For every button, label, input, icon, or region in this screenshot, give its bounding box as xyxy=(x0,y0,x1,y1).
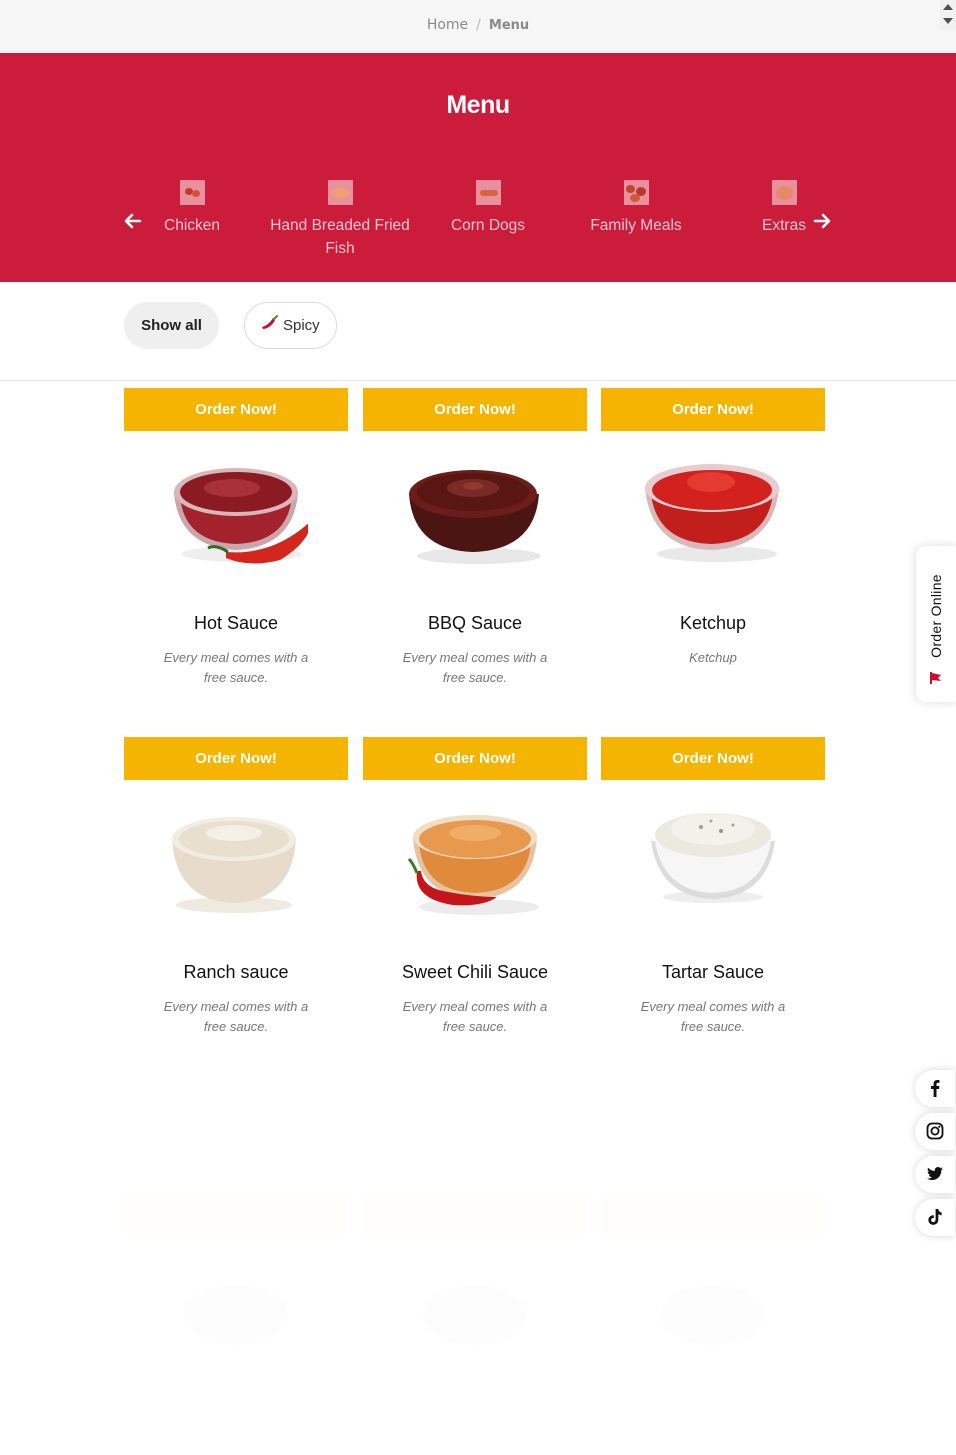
chicken-thumbnail-icon xyxy=(179,180,205,205)
category-label: Hand Breaded Fried Fish xyxy=(270,217,410,257)
bbq-sauce-image[interactable] xyxy=(403,452,547,572)
product-card: Order Now! Ketchup Ketchup xyxy=(601,388,825,718)
scroll-up-arrow-icon[interactable] xyxy=(943,4,953,10)
loading-card-placeholder xyxy=(363,1195,587,1375)
product-description: Every meal comes with a free sauce. xyxy=(640,999,786,1034)
facebook-icon xyxy=(931,1080,940,1097)
page-scrollbar[interactable] xyxy=(940,0,956,30)
order-now-button[interactable]: Order Now! xyxy=(363,388,587,431)
tiktok-button[interactable] xyxy=(915,1199,955,1236)
breadcrumb-home-link[interactable]: Home xyxy=(427,17,468,33)
category-item-corn-dogs[interactable]: Corn Dogs xyxy=(418,180,558,237)
product-name[interactable]: Ketchup xyxy=(601,613,825,634)
product-card: Order Now! Tartar Sauce Every meal comes… xyxy=(601,737,825,1067)
twitter-button[interactable] xyxy=(915,1156,955,1193)
product-name[interactable]: Sweet Chili Sauce xyxy=(363,962,587,983)
order-now-button[interactable]: Order Now! xyxy=(124,388,348,431)
category-label: Chicken xyxy=(164,217,220,234)
filter-spicy-button[interactable]: Spicy xyxy=(244,302,337,349)
category-item-chicken[interactable]: Chicken xyxy=(122,180,262,237)
instagram-icon xyxy=(926,1122,944,1140)
product-card: Order Now! BBQ Sauce Every meal comes wi… xyxy=(363,388,587,718)
order-online-label: Order Online xyxy=(928,574,944,658)
menu-hero: Menu Chicken Hand Breaded Fried Fish Cor… xyxy=(0,53,956,282)
product-card: Order Now! Sweet Chili Sauce Every meal … xyxy=(363,737,587,1067)
hot-sauce-image[interactable] xyxy=(164,452,312,572)
loading-card-placeholder xyxy=(601,1195,825,1375)
order-online-side-tab[interactable]: Order Online xyxy=(916,546,956,702)
chili-pepper-icon xyxy=(261,304,279,349)
product-description: Every meal comes with a free sauce. xyxy=(163,650,309,685)
ranch-sauce-image[interactable] xyxy=(164,801,308,921)
tiktok-icon xyxy=(928,1209,942,1225)
product-card: Order Now! Ranch sauce Every meal comes … xyxy=(124,737,348,1067)
breadcrumb: Home / Menu xyxy=(0,17,956,33)
sweet-chili-sauce-image[interactable] xyxy=(403,801,547,921)
filter-show-all-button[interactable]: Show all xyxy=(124,302,219,349)
category-item-family-meals[interactable]: Family Meals xyxy=(566,180,706,237)
family-meal-thumbnail-icon xyxy=(623,180,649,205)
category-label: Family Meals xyxy=(590,217,682,234)
product-name[interactable]: Tartar Sauce xyxy=(601,962,825,983)
twitter-icon xyxy=(927,1167,943,1180)
order-now-button[interactable]: Order Now! xyxy=(601,737,825,780)
product-name[interactable]: Hot Sauce xyxy=(124,613,348,634)
scroll-down-arrow-icon[interactable] xyxy=(943,18,953,24)
product-description: Every meal comes with a free sauce. xyxy=(402,999,548,1034)
carousel-next-arrow-icon[interactable] xyxy=(812,211,832,231)
fish-thumbnail-icon xyxy=(327,180,353,205)
breadcrumb-separator: / xyxy=(476,17,481,33)
facebook-button[interactable] xyxy=(915,1070,955,1107)
category-label: Corn Dogs xyxy=(450,217,526,234)
extras-thumbnail-icon xyxy=(771,180,797,205)
tartar-sauce-image[interactable] xyxy=(641,801,785,921)
flag-icon xyxy=(929,670,943,689)
page-title: Menu xyxy=(446,91,510,119)
category-item-extras[interactable]: Extras xyxy=(714,180,854,237)
loading-card-placeholder xyxy=(124,1195,348,1375)
filter-spicy-label: Spicy xyxy=(283,317,320,334)
filter-bar: Show all Spicy xyxy=(0,282,956,381)
order-now-button[interactable]: Order Now! xyxy=(124,737,348,780)
instagram-button[interactable] xyxy=(915,1113,955,1150)
product-name[interactable]: Ranch sauce xyxy=(124,962,348,983)
category-item-fried-fish[interactable]: Hand Breaded Fried Fish xyxy=(270,180,410,260)
corn-dog-thumbnail-icon xyxy=(475,180,501,205)
category-label: Extras xyxy=(762,217,806,234)
breadcrumb-current: Menu xyxy=(488,18,530,33)
product-description: Ketchup xyxy=(689,650,737,665)
product-description: Every meal comes with a free sauce. xyxy=(402,650,548,685)
order-now-button[interactable]: Order Now! xyxy=(601,388,825,431)
product-name[interactable]: BBQ Sauce xyxy=(363,613,587,634)
order-now-button[interactable]: Order Now! xyxy=(363,737,587,780)
ketchup-image[interactable] xyxy=(641,452,785,572)
breadcrumb-bar: Home / Menu xyxy=(0,0,956,53)
product-card: Order Now! Hot Sauce Every meal comes wi… xyxy=(124,388,348,718)
product-description: Every meal comes with a free sauce. xyxy=(163,999,309,1034)
